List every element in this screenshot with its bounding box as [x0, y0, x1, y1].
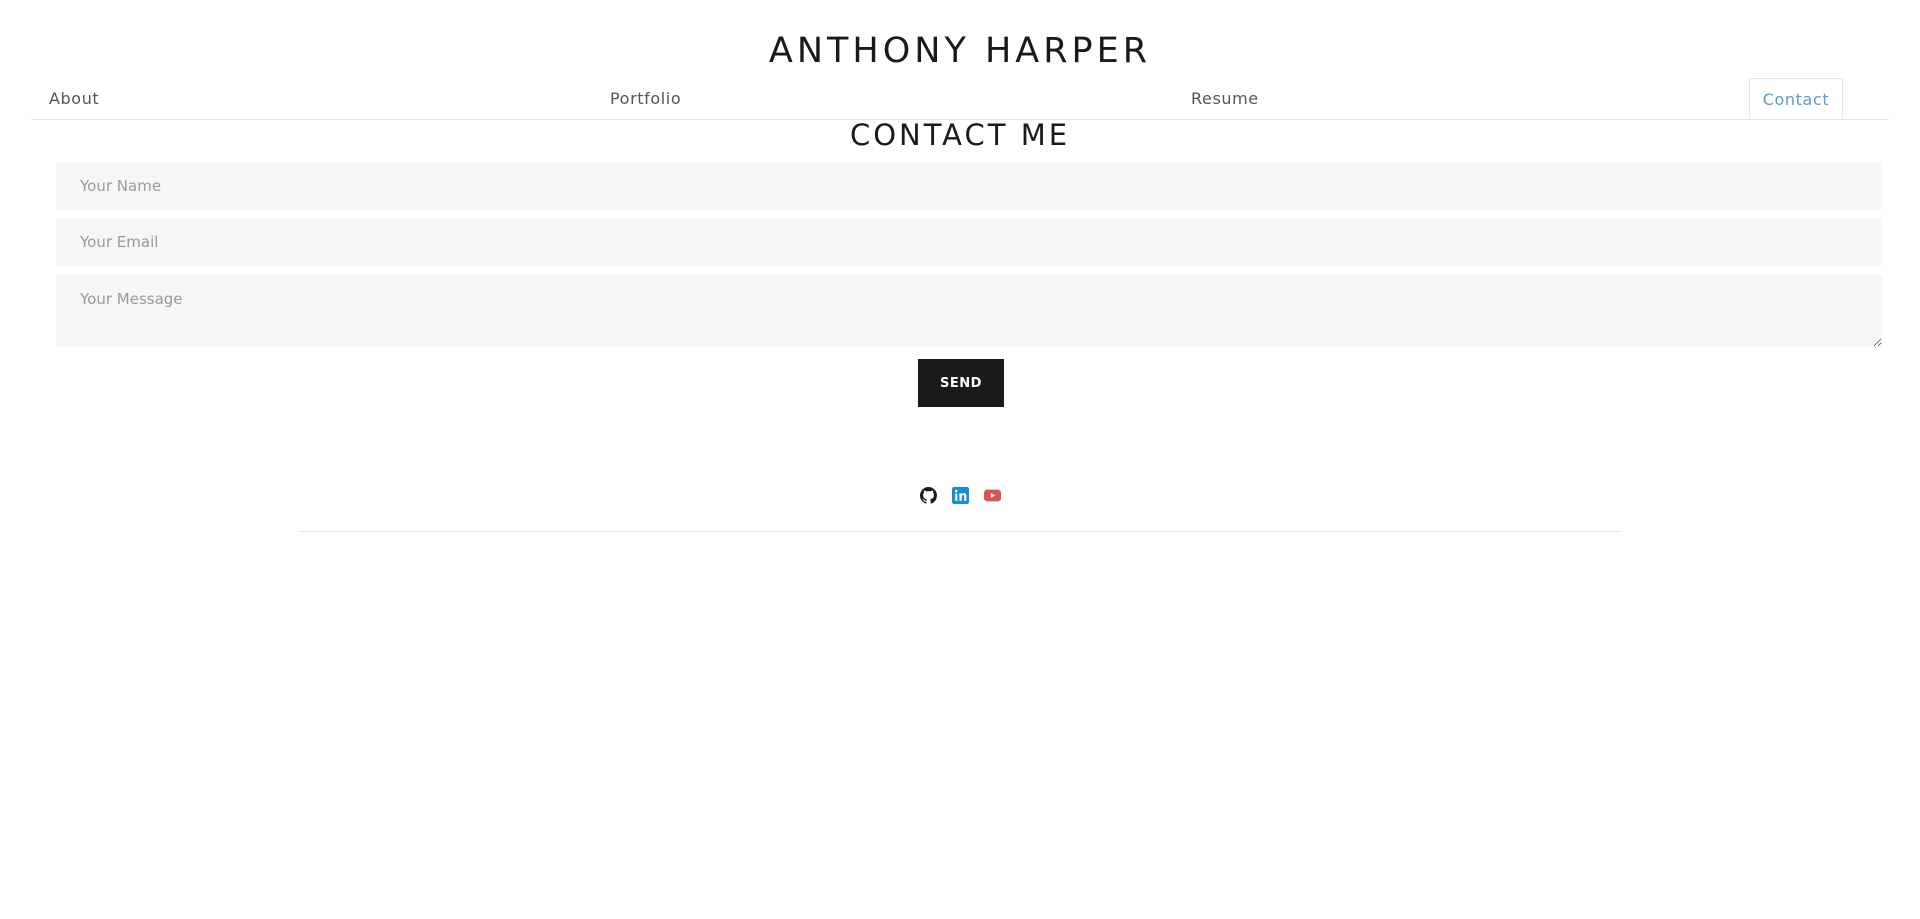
main-nav: About Portfolio Resume Contact	[31, 78, 1889, 120]
nav-item-resume[interactable]: Resume	[1191, 78, 1259, 119]
github-icon[interactable]	[919, 487, 937, 504]
nav-item-about[interactable]: About	[49, 78, 99, 119]
send-button[interactable]: SEND	[918, 359, 1004, 407]
site-title: ANTHONY HARPER	[768, 31, 1152, 71]
name-input[interactable]	[56, 162, 1882, 210]
nav-item-contact[interactable]: Contact	[1749, 78, 1843, 119]
message-textarea[interactable]	[56, 275, 1882, 347]
contact-title: CONTACT ME	[849, 118, 1071, 152]
linkedin-icon[interactable]	[951, 487, 969, 504]
nav-item-portfolio[interactable]: Portfolio	[610, 78, 681, 119]
youtube-icon[interactable]	[983, 487, 1001, 504]
footer-divider	[299, 531, 1621, 532]
social-links	[0, 487, 1920, 505]
email-input[interactable]	[56, 218, 1882, 266]
